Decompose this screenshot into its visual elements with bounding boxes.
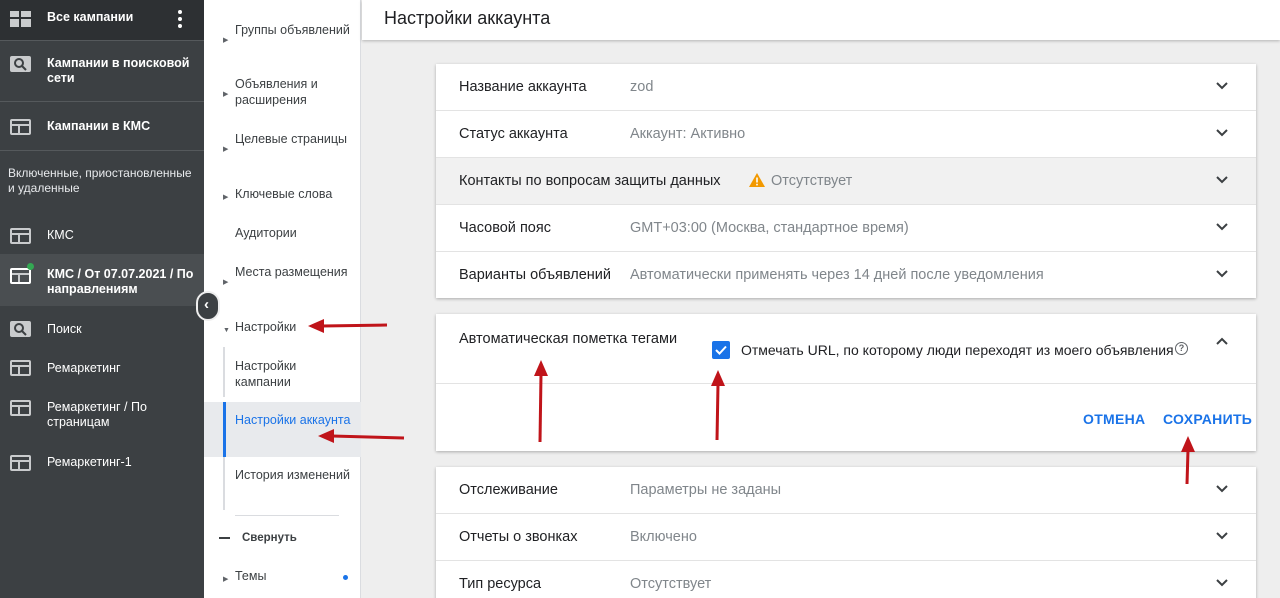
tracking-settings-card: Отслеживание Параметры не заданы Отчеты … xyxy=(436,467,1256,598)
caret-right-icon: ▶ xyxy=(223,279,229,286)
nav-item-ad-groups[interactable]: ▶ Группы объявлений xyxy=(204,23,361,57)
search-icon xyxy=(10,321,31,337)
sidebar-item-display-campaigns[interactable]: Кампании в КМС xyxy=(0,102,204,150)
help-icon[interactable]: ? xyxy=(1175,342,1188,355)
more-vert-icon[interactable] xyxy=(178,9,182,29)
chevron-up-icon[interactable] xyxy=(1215,334,1229,348)
search-icon xyxy=(10,56,31,72)
page-navigation: ▶ Группы объявлений ▶ Объявления и расши… xyxy=(204,0,361,598)
auto-tagging-title: Автоматическая пометка тегами xyxy=(459,331,678,347)
sidebar-item-search-campaigns[interactable]: Кампании в поисковой сети xyxy=(0,41,204,101)
chevron-down-icon xyxy=(1216,223,1228,231)
nav-item-keywords[interactable]: ▶ Ключевые слова xyxy=(204,187,361,205)
sidebar-item-kms-directions[interactable]: КМС / От 07.07.2021 / По направлениям xyxy=(0,254,204,306)
caret-down-icon: ▼ xyxy=(223,327,230,334)
auto-tagging-card: Автоматическая пометка тегами Отмечать U… xyxy=(436,314,1256,451)
caret-right-icon: ▶ xyxy=(223,146,229,153)
sidebar-item-all-campaigns[interactable]: Все кампании xyxy=(0,0,204,40)
settings-row-time-zone[interactable]: Часовой пояс GMT+03:00 (Москва, стандарт… xyxy=(436,205,1256,252)
warning-icon xyxy=(749,173,765,187)
sidebar-item-search[interactable]: Поиск xyxy=(0,314,204,344)
settings-row-call-reports[interactable]: Отчеты о звонках Включено xyxy=(436,514,1256,561)
nav-item-audiences[interactable]: Аудитории xyxy=(204,226,361,244)
status-dot xyxy=(27,263,34,270)
caret-right-icon: ▶ xyxy=(223,37,229,44)
account-settings-card: Название аккаунта zod Статус аккаунта Ак… xyxy=(436,64,1256,298)
collapse-nav-link[interactable]: Свернуть xyxy=(219,532,297,544)
auto-tagging-checkbox-label[interactable]: Отмечать URL, по которому люди переходят… xyxy=(741,342,1174,358)
settings-row-resource-type[interactable]: Тип ресурса Отсутствует xyxy=(436,561,1256,598)
display-icon xyxy=(10,360,31,376)
display-icon xyxy=(10,228,31,244)
sidebar-item-remarketing[interactable]: Ремаркетинг xyxy=(0,353,204,383)
nav-item-account-settings[interactable]: Настройки аккаунта xyxy=(204,402,361,457)
sidebar-item-remarketing-pages[interactable]: Ремаркетинг / По страницам xyxy=(0,392,204,434)
display-icon xyxy=(10,268,31,284)
nav-item-settings[interactable]: ▼ Настройки xyxy=(204,320,361,338)
nav-item-placements[interactable]: ▶ Места размещения xyxy=(204,265,361,299)
minus-icon xyxy=(219,536,230,539)
cancel-button[interactable]: ОТМЕНА xyxy=(1083,411,1145,427)
display-icon xyxy=(10,455,31,471)
settings-row-tracking[interactable]: Отслеживание Параметры не заданы xyxy=(436,467,1256,514)
chevron-down-icon xyxy=(1216,532,1228,540)
notification-dot xyxy=(343,575,348,580)
chevron-down-icon xyxy=(1216,176,1228,184)
campaign-sidebar: Все кампании Кампании в поисковой сети К… xyxy=(0,0,204,598)
chevron-left-icon: ‹ xyxy=(204,296,209,313)
save-button[interactable]: СОХРАНИТЬ xyxy=(1163,411,1252,427)
sidebar-collapse-button[interactable]: ‹ xyxy=(196,291,220,321)
nav-item-campaign-settings[interactable]: Настройки кампании xyxy=(204,359,361,393)
sidebar-section-label: Включенные, приостановленные и удаленные xyxy=(8,166,192,195)
sidebar-item-kms[interactable]: КМС xyxy=(0,220,204,252)
nav-item-change-history[interactable]: История изменений xyxy=(204,468,361,502)
display-icon xyxy=(10,400,31,416)
settings-row-account-name[interactable]: Название аккаунта zod xyxy=(436,64,1256,111)
settings-row-ad-variations[interactable]: Варианты объявлений Автоматически примен… xyxy=(436,252,1256,299)
chevron-down-icon xyxy=(1216,82,1228,90)
chevron-down-icon xyxy=(1216,485,1228,493)
grid-icon xyxy=(10,11,31,27)
nav-item-topics[interactable]: ▶ Темы xyxy=(204,569,361,587)
display-icon xyxy=(10,119,31,135)
nav-item-ads-extensions[interactable]: ▶ Объявления и расширения xyxy=(204,77,361,111)
settings-row-account-status[interactable]: Статус аккаунта Аккаунт: Активно xyxy=(436,111,1256,158)
auto-tagging-checkbox[interactable] xyxy=(712,341,730,359)
checkmark-icon xyxy=(715,345,727,355)
nav-item-landing-pages[interactable]: ▶ Целевые страницы xyxy=(204,132,361,166)
chevron-down-icon xyxy=(1216,270,1228,278)
caret-right-icon: ▶ xyxy=(223,576,229,583)
settings-row-data-protection[interactable]: Контакты по вопросам защиты данных Отсут… xyxy=(436,158,1256,205)
caret-right-icon: ▶ xyxy=(223,91,229,98)
caret-right-icon: ▶ xyxy=(223,194,229,201)
chevron-down-icon xyxy=(1216,579,1228,587)
chevron-down-icon xyxy=(1216,129,1228,137)
sidebar-item-remarketing-1[interactable]: Ремаркетинг-1 xyxy=(0,447,204,477)
page-header: Настройки аккаунта xyxy=(362,0,1280,40)
page-title: Настройки аккаунта xyxy=(384,8,551,28)
